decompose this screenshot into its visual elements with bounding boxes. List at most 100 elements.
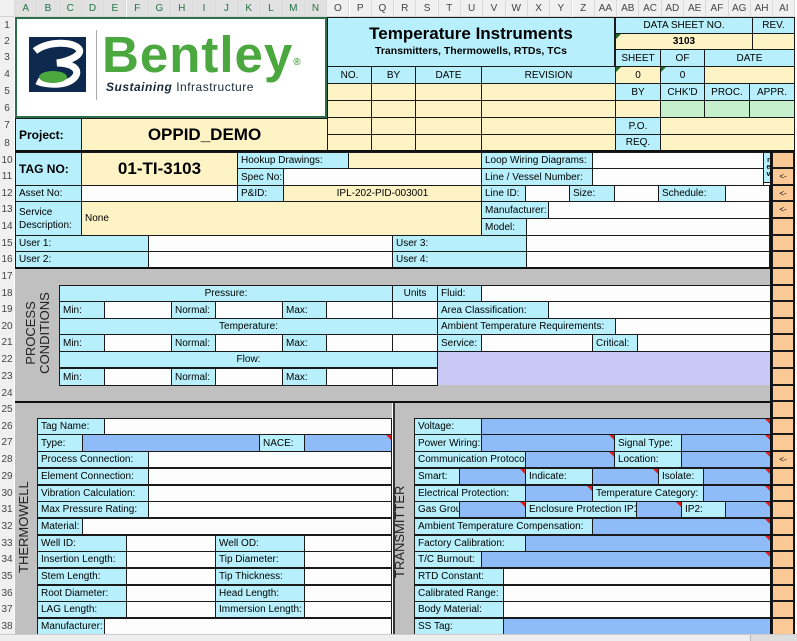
well-id-value[interactable] — [126, 535, 216, 552]
column-header[interactable]: AG — [728, 0, 751, 17]
row-header[interactable]: 30 — [0, 485, 14, 501]
fluid-value[interactable] — [481, 285, 771, 302]
isolate-select[interactable] — [703, 468, 771, 485]
revision-entry-cell[interactable] — [415, 83, 482, 101]
power-wiring-select[interactable] — [481, 434, 615, 452]
calibrated-range-value[interactable] — [503, 585, 771, 602]
row-header[interactable]: 31 — [0, 501, 14, 518]
rtd-constant-value[interactable] — [503, 568, 771, 585]
indicate-select[interactable] — [592, 468, 659, 485]
column-header[interactable]: W — [505, 0, 528, 17]
column-header[interactable]: Y — [550, 0, 573, 17]
revision-entry-cell[interactable] — [371, 134, 416, 151]
column-header[interactable]: I — [193, 0, 216, 17]
column-header[interactable]: N — [304, 0, 328, 17]
row-header[interactable]: 10 — [0, 152, 14, 168]
row-header[interactable]: 4 — [0, 66, 14, 83]
revision-entry-cell[interactable] — [415, 117, 482, 135]
line-vessel-value[interactable] — [592, 168, 764, 186]
column-header[interactable]: AA — [594, 0, 618, 17]
tag-no-value[interactable]: 01-TI-3103 — [81, 152, 238, 186]
column-header[interactable]: AI — [773, 0, 796, 17]
column-header[interactable]: K — [238, 0, 261, 17]
scrollbar-corner[interactable] — [750, 635, 797, 641]
row-header[interactable]: 25 — [0, 401, 14, 418]
row-header[interactable]: 16 — [0, 251, 14, 268]
voltage-select[interactable] — [481, 418, 771, 435]
tag-name-value[interactable] — [104, 418, 392, 435]
critical-value[interactable] — [637, 334, 771, 352]
column-header[interactable]: AF — [706, 0, 729, 17]
user2-value[interactable] — [148, 251, 393, 268]
ambient-temp-req-value[interactable] — [615, 318, 771, 335]
column-header[interactable]: Q — [371, 0, 395, 17]
row-header[interactable]: 33 — [0, 535, 14, 551]
column-header[interactable]: H — [171, 0, 194, 17]
column-header[interactable]: E — [104, 0, 127, 17]
user4-value[interactable] — [526, 251, 770, 268]
revision-entry-cell[interactable] — [481, 134, 616, 151]
revision-entry-cell[interactable] — [371, 83, 416, 101]
signal-type-select[interactable] — [681, 434, 771, 452]
column-header[interactable]: M — [282, 0, 305, 17]
column-header[interactable]: O — [327, 0, 350, 17]
ambient-temp-comp-select[interactable] — [592, 518, 771, 535]
process-connection-value[interactable] — [148, 451, 392, 468]
column-header[interactable]: A — [15, 0, 38, 17]
row-header[interactable]: 29 — [0, 468, 14, 485]
row-header[interactable]: 3 — [0, 49, 14, 66]
revision-entry-cell[interactable] — [327, 100, 372, 118]
row-header[interactable]: 8 — [0, 134, 14, 152]
row-header[interactable]: 7 — [0, 117, 14, 134]
row-header[interactable]: 12 — [0, 185, 14, 201]
project-value[interactable]: OPPID_DEMO — [81, 118, 328, 151]
row-header[interactable]: 2 — [0, 33, 14, 49]
copy-arrow-button[interactable]: <- — [772, 185, 794, 201]
body-material-value[interactable] — [503, 601, 771, 618]
row-header[interactable]: 5 — [0, 83, 14, 100]
approval-by-value[interactable] — [615, 100, 661, 118]
well-od-value[interactable] — [304, 535, 392, 552]
column-header[interactable]: U — [461, 0, 484, 17]
revision-entry-cell[interactable] — [327, 134, 372, 151]
row-header[interactable]: 11 — [0, 168, 14, 185]
nace-select[interactable] — [304, 434, 392, 452]
column-header[interactable]: Z — [572, 0, 595, 17]
row-header[interactable]: 19 — [0, 301, 14, 318]
spec-no-value[interactable] — [283, 168, 482, 186]
revision-entry-cell[interactable] — [481, 83, 616, 101]
units-value[interactable] — [392, 368, 438, 386]
head-length-value[interactable] — [304, 585, 392, 602]
normal-value[interactable] — [215, 301, 283, 319]
copy-arrow-button[interactable]: <- — [772, 451, 794, 468]
tip-thickness-value[interactable] — [304, 568, 392, 585]
column-header[interactable]: C — [59, 0, 82, 17]
hookup-drawings-value[interactable] — [348, 152, 482, 169]
row-header[interactable]: 22 — [0, 351, 14, 368]
column-header[interactable]: T — [438, 0, 461, 17]
stem-length-value[interactable] — [126, 568, 216, 585]
user1-value[interactable] — [148, 235, 393, 252]
line-id-value[interactable] — [525, 185, 570, 202]
row-header[interactable]: 36 — [0, 585, 14, 601]
units-value[interactable] — [392, 301, 438, 319]
smart-select[interactable] — [459, 468, 526, 485]
service-description-value[interactable]: None — [81, 201, 482, 236]
electrical-protection-select[interactable] — [525, 485, 593, 502]
data-sheet-no-value[interactable]: 3103 — [615, 33, 753, 50]
max-value[interactable] — [326, 368, 393, 386]
ss-tag-value[interactable] — [503, 618, 771, 635]
revision-entry-cell[interactable] — [371, 117, 416, 135]
row-header[interactable]: 27 — [0, 434, 14, 451]
size-value[interactable] — [614, 185, 659, 202]
row-header[interactable]: 35 — [0, 568, 14, 585]
row-header[interactable]: 18 — [0, 285, 14, 301]
temperature-category-select[interactable] — [703, 485, 771, 502]
type-select[interactable] — [82, 434, 260, 452]
min-value[interactable] — [104, 368, 172, 386]
column-header[interactable]: V — [483, 0, 506, 17]
column-header[interactable]: S — [416, 0, 439, 17]
row-header[interactable]: 23 — [0, 368, 14, 385]
tip-diameter-value[interactable] — [304, 551, 392, 568]
sheet-value[interactable]: 0 — [615, 66, 661, 84]
